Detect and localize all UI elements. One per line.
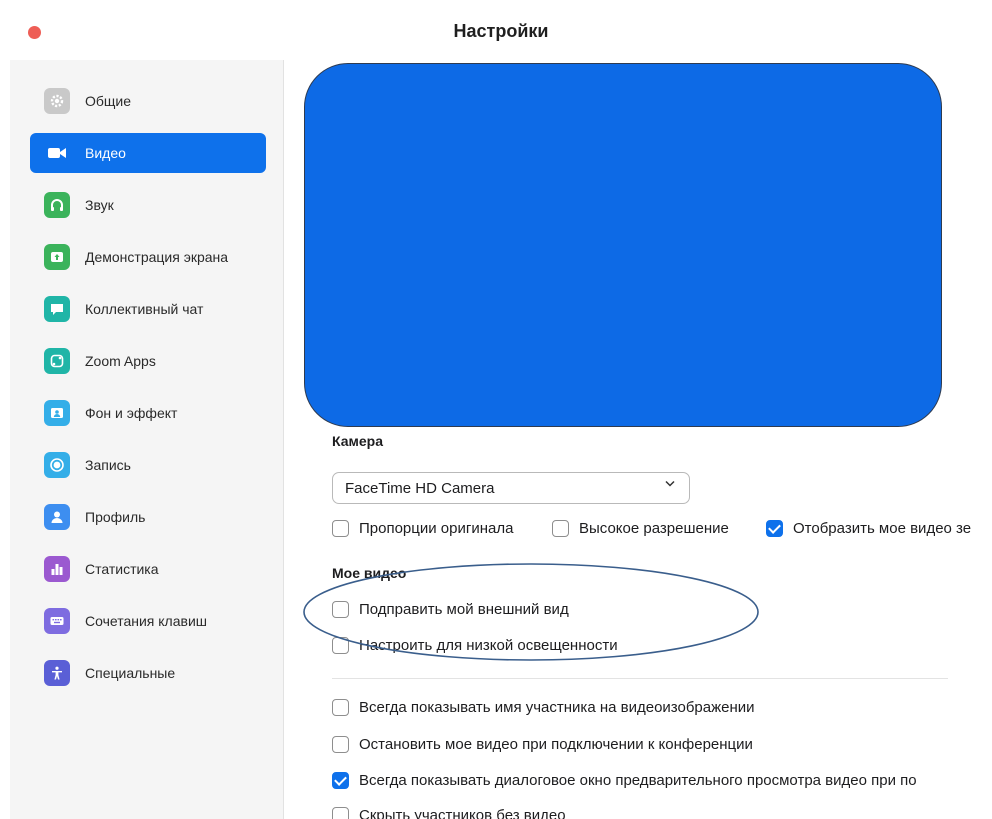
show-preview-dialog-label: Всегда показывать диалоговое окно предва… [359,772,917,789]
sidebar-item-background-effects[interactable]: Фон и эффект [30,393,266,433]
stop-video-on-join-label: Остановить мое видео при подключении к к… [359,736,753,753]
sidebar-item-label: Профиль [85,509,146,525]
sidebar-item-share-screen[interactable]: Демонстрация экрана [30,237,266,277]
settings-window: Настройки Общие Видео Звук Демонстрация … [10,0,992,819]
sidebar-item-label: Запись [85,457,131,473]
sidebar-item-zoom-apps[interactable]: Zoom Apps [30,341,266,381]
camera-select[interactable]: FaceTime HD Camera [332,472,690,504]
sidebar-item-label: Общие [85,93,132,109]
show-names-label: Всегда показывать имя участника на видео… [359,699,755,716]
sidebar-item-keyboard-shortcuts[interactable]: Сочетания клавиш [30,601,266,641]
my-video-section-title: Мое видео [332,565,407,581]
profile-icon [44,504,70,530]
hide-non-video-label: Скрыть участников без видео [359,807,566,819]
sidebar-item-recording[interactable]: Запись [30,445,266,485]
mirror-video-option[interactable]: Отобразить мое видео зе [766,520,971,537]
sidebar-item-label: Демонстрация экрана [85,249,229,265]
low-light-label: Настроить для низкой освещенности [359,637,618,654]
sidebar-item-accessibility[interactable]: Специальные [30,653,266,693]
video-settings-panel: Камера FaceTime HD Camera Пропорции ориг… [284,60,992,819]
touch-up-appearance-checkbox[interactable] [332,601,349,618]
mirror-video-checkbox[interactable] [766,520,783,537]
show-preview-dialog-checkbox[interactable] [332,772,349,789]
low-light-checkbox[interactable] [332,637,349,654]
accessibility-icon [44,660,70,686]
sidebar-item-label: Коллективный чат [85,301,204,317]
hide-non-video-checkbox[interactable] [332,807,349,819]
record-icon [44,452,70,478]
title-bar: Настройки [10,0,992,60]
gear-icon [44,88,70,114]
original-ratio-option[interactable]: Пропорции оригинала [332,520,513,537]
settings-sidebar: Общие Видео Звук Демонстрация экрана Кол [10,60,284,819]
video-preview [304,63,942,427]
chat-icon [44,296,70,322]
show-preview-dialog-option[interactable]: Всегда показывать диалоговое окно предва… [332,772,917,789]
mirror-video-label: Отобразить мое видео зе [793,520,972,537]
hide-non-video-option[interactable]: Скрыть участников без видео [332,807,566,819]
keyboard-icon [44,608,70,634]
sidebar-item-label: Видео [85,145,126,161]
chevron-down-icon [665,478,675,490]
sidebar-item-video[interactable]: Видео [30,133,266,173]
sidebar-item-label: Фон и эффект [85,405,178,421]
video-camera-icon [44,140,70,166]
apps-icon [44,348,70,374]
original-ratio-label: Пропорции оригинала [359,520,514,537]
show-names-option[interactable]: Всегда показывать имя участника на видео… [332,699,755,716]
background-icon [44,400,70,426]
touch-up-appearance-label: Подправить мой внешний вид [359,601,569,618]
sidebar-item-label: Специальные [85,665,176,681]
sidebar-item-label: Сочетания клавиш [85,613,207,629]
sidebar-item-label: Zoom Apps [85,353,156,369]
sidebar-item-statistics[interactable]: Статистика [30,549,266,589]
hd-option[interactable]: Высокое разрешение [552,520,729,537]
original-ratio-checkbox[interactable] [332,520,349,537]
touch-up-appearance-option[interactable]: Подправить мой внешний вид [332,601,569,618]
stop-video-on-join-checkbox[interactable] [332,736,349,753]
sidebar-item-general[interactable]: Общие [30,81,266,121]
share-screen-icon [44,244,70,270]
sidebar-item-team-chat[interactable]: Коллективный чат [30,289,266,329]
hd-checkbox[interactable] [552,520,569,537]
sidebar-item-audio[interactable]: Звук [30,185,266,225]
sidebar-item-label: Статистика [85,561,159,577]
low-light-option[interactable]: Настроить для низкой освещенности [332,637,618,654]
hd-label: Высокое разрешение [579,520,729,537]
stop-video-on-join-option[interactable]: Остановить мое видео при подключении к к… [332,736,753,753]
headphones-icon [44,192,70,218]
show-names-checkbox[interactable] [332,699,349,716]
statistics-icon [44,556,70,582]
sidebar-item-label: Звук [85,197,114,213]
window-title: Настройки [453,21,549,41]
sidebar-item-profile[interactable]: Профиль [30,497,266,537]
section-divider [332,678,948,679]
camera-select-value: FaceTime HD Camera [345,479,495,497]
camera-section-title: Камера [332,433,383,449]
